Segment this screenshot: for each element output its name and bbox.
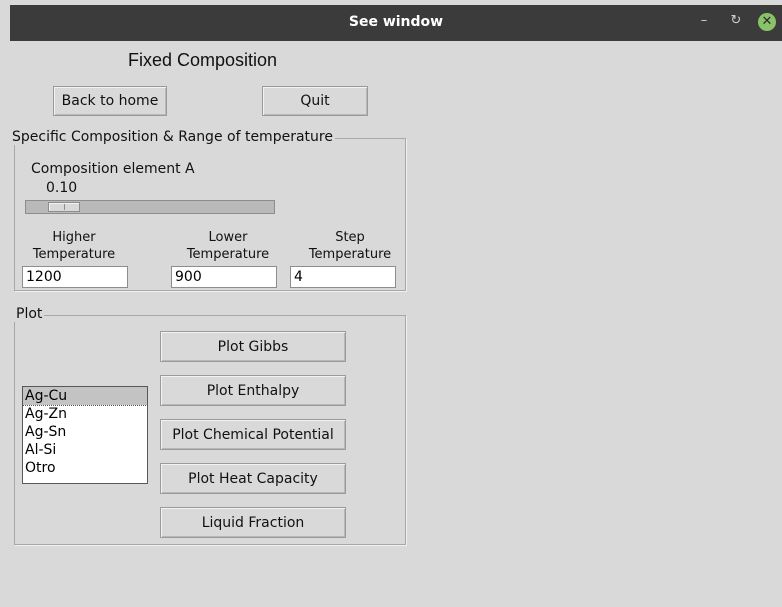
- back-to-home-button[interactable]: Back to home: [53, 86, 167, 116]
- higher-temperature-label: Higher Temperature: [32, 230, 116, 262]
- step-temperature-label: Step Temperature: [308, 230, 392, 262]
- composition-slider[interactable]: [25, 200, 275, 214]
- plot-enthalpy-button[interactable]: Plot Enthalpy: [160, 375, 346, 406]
- list-item[interactable]: Otro: [23, 459, 147, 477]
- plot-frame-title: Plot: [14, 306, 45, 322]
- lower-temperature-input[interactable]: 900: [171, 266, 277, 288]
- close-icon[interactable]: ✕: [758, 13, 776, 31]
- window-title: See window: [348, 14, 444, 30]
- slider-label: Composition element A: [31, 161, 195, 177]
- higher-temperature-input[interactable]: 1200: [22, 266, 128, 288]
- page-title: Fixed Composition: [128, 50, 278, 70]
- plot-heat-capacity-button[interactable]: Plot Heat Capacity: [160, 463, 346, 494]
- app-window: See window – ↻ ✕ Fixed Composition Back …: [0, 0, 782, 607]
- quit-button[interactable]: Quit: [262, 86, 368, 116]
- system-listbox[interactable]: Ag-Cu Ag-Zn Ag-Sn Al-Si Otro: [22, 386, 148, 484]
- liquid-fraction-button[interactable]: Liquid Fraction: [160, 507, 346, 538]
- plot-gibbs-button[interactable]: Plot Gibbs: [160, 331, 346, 362]
- composition-frame-title: Specific Composition & Range of temperat…: [10, 129, 335, 145]
- list-item[interactable]: Ag-Zn: [23, 405, 147, 423]
- minimize-icon[interactable]: –: [694, 11, 714, 31]
- lower-temperature-label: Lower Temperature: [186, 230, 270, 262]
- title-bar: See window – ↻ ✕: [10, 5, 782, 41]
- slider-handle[interactable]: [48, 202, 80, 212]
- slider-value: 0.10: [46, 180, 78, 196]
- list-item[interactable]: Al-Si: [23, 441, 147, 459]
- list-item[interactable]: Ag-Sn: [23, 423, 147, 441]
- plot-chemical-potential-button[interactable]: Plot Chemical Potential: [160, 419, 346, 450]
- list-item[interactable]: Ag-Cu: [22, 386, 148, 406]
- step-temperature-input[interactable]: 4: [290, 266, 396, 288]
- restore-icon[interactable]: ↻: [726, 11, 746, 31]
